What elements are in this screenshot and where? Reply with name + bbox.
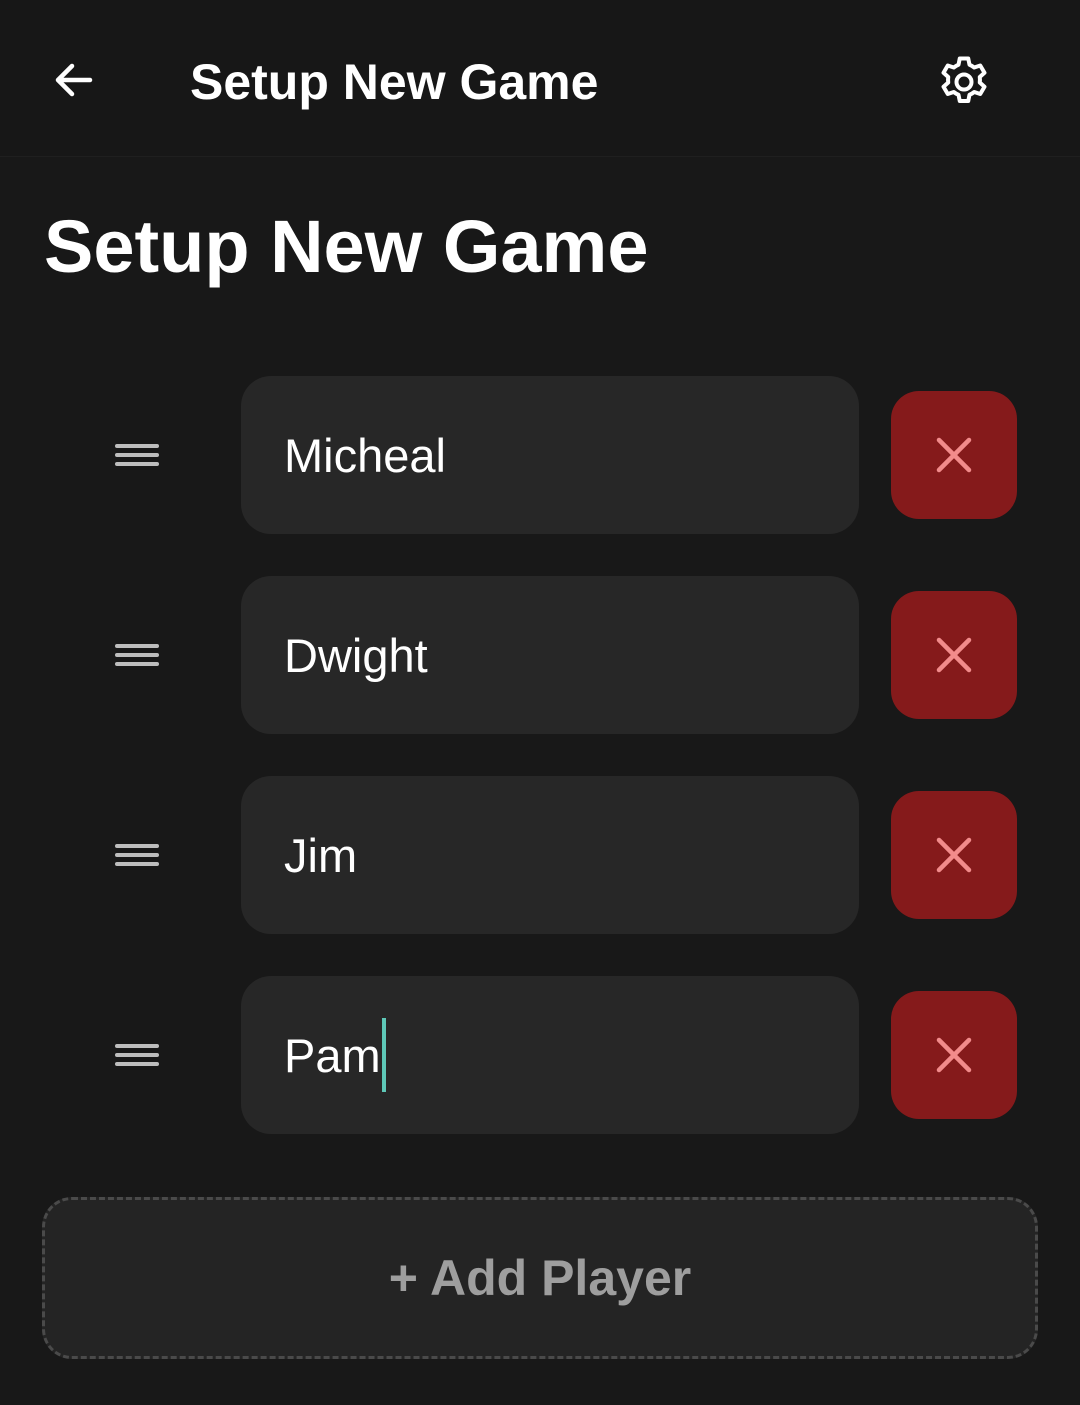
player-name-value: Jim [284,828,358,882]
drag-handle[interactable] [108,431,166,479]
remove-player-button[interactable] [891,591,1017,719]
text-cursor [381,1018,386,1092]
player-row: Micheal [0,376,1080,534]
player-name-input[interactable]: Jim [241,776,859,934]
close-icon [936,837,972,873]
drag-handle-icon [115,444,159,466]
player-name-input[interactable]: Micheal [241,376,859,534]
drag-handle[interactable] [108,1031,166,1079]
player-row: Jim [0,776,1080,934]
arrow-left-icon [55,63,93,97]
player-name-input[interactable]: Dwight [241,576,859,734]
player-name-value: Micheal [284,428,446,482]
player-row: Pam [0,976,1080,1134]
drag-handle-icon [115,844,159,866]
remove-player-button[interactable] [891,391,1017,519]
drag-handle-icon [115,644,159,666]
close-icon [936,637,972,673]
app-bar: Setup New Game [0,0,1080,157]
app-bar-title: Setup New Game [190,54,599,110]
close-icon [936,1037,972,1073]
drag-handle[interactable] [108,631,166,679]
settings-button[interactable] [930,48,998,116]
page-title: Setup New Game [44,205,649,288]
drag-handle-icon [115,1044,159,1066]
player-name-value: Dwight [284,628,428,682]
player-row: Dwight [0,576,1080,734]
gear-icon [941,56,987,103]
back-button[interactable] [44,50,104,110]
close-icon [936,437,972,473]
add-player-button[interactable]: + Add Player [42,1197,1038,1359]
player-name-input[interactable]: Pam [241,976,859,1134]
player-name-value: Pam [284,1028,381,1082]
remove-player-button[interactable] [891,991,1017,1119]
drag-handle[interactable] [108,831,166,879]
remove-player-button[interactable] [891,791,1017,919]
